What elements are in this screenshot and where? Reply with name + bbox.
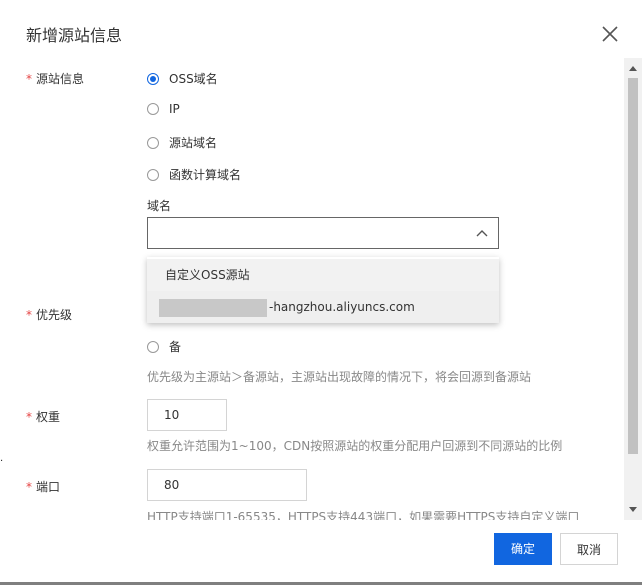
cancel-button[interactable]: 取消 bbox=[560, 533, 618, 565]
domain-dropdown: 自定义OSS源站 -hangzhou.aliyuncs.com bbox=[147, 257, 499, 323]
scroll-down-button[interactable] bbox=[624, 502, 642, 518]
radio-origin-domain[interactable]: 源站域名 bbox=[147, 134, 217, 151]
dropdown-item-custom-oss[interactable]: 自定义OSS源站 bbox=[147, 259, 499, 291]
chevron-up-icon bbox=[476, 230, 488, 237]
dialog-footer: 确定 取消 bbox=[0, 520, 642, 582]
redacted-bucket-name bbox=[159, 298, 267, 317]
close-icon bbox=[602, 26, 618, 42]
add-origin-dialog: 新增源站信息 * 源站信息 OSS域名 IP 源站域名 函数计算域名 域名 自定… bbox=[0, 0, 642, 582]
weight-label: * 权重 bbox=[26, 410, 61, 424]
radio-ip[interactable]: IP bbox=[147, 102, 180, 116]
confirm-button[interactable]: 确定 bbox=[494, 533, 552, 565]
radio-oss-domain[interactable]: OSS域名 bbox=[147, 70, 218, 87]
port-help: HTTP支持端口1-65535，HTTPS支持443端口，如果需要HTTPS支持… bbox=[147, 510, 580, 520]
dropdown-item-oss-bucket[interactable]: -hangzhou.aliyuncs.com bbox=[147, 291, 499, 323]
priority-label: * 优先级 bbox=[26, 308, 73, 322]
radio-function-compute-domain[interactable]: 函数计算域名 bbox=[147, 166, 241, 183]
triangle-down-icon bbox=[629, 507, 637, 512]
radio-circle bbox=[147, 136, 159, 149]
dialog-body: * 源站信息 OSS域名 IP 源站域名 函数计算域名 域名 自定义OSS源站 -… bbox=[0, 58, 624, 520]
radio-circle bbox=[147, 103, 159, 115]
priority-help: 优先级为主源站＞备源站，主源站出现故障的情况下，将会回源到备源站 bbox=[147, 370, 532, 384]
domain-label: 域名 bbox=[147, 199, 172, 213]
weight-input[interactable]: 10 bbox=[147, 399, 227, 431]
origin-info-label: * 源站信息 bbox=[26, 72, 85, 86]
close-button[interactable] bbox=[598, 22, 622, 46]
scroll-up-button[interactable] bbox=[624, 60, 642, 76]
dialog-title: 新增源站信息 bbox=[26, 26, 123, 45]
port-label: * 端口 bbox=[26, 480, 61, 494]
scrollbar-thumb[interactable] bbox=[628, 78, 638, 454]
triangle-up-icon bbox=[629, 66, 637, 71]
radio-circle bbox=[147, 72, 159, 85]
port-input[interactable]: 80 bbox=[147, 469, 307, 501]
radio-backup[interactable]: 备 bbox=[147, 338, 181, 355]
scrollbar[interactable] bbox=[624, 58, 642, 520]
radio-circle bbox=[147, 340, 159, 353]
domain-select[interactable] bbox=[147, 217, 499, 249]
radio-circle bbox=[147, 168, 159, 181]
weight-help: 权重允许范围为1~100，CDN按照源站的权重分配用户回源到不同源站的比例 bbox=[147, 439, 563, 453]
background-text: · bbox=[0, 456, 4, 467]
